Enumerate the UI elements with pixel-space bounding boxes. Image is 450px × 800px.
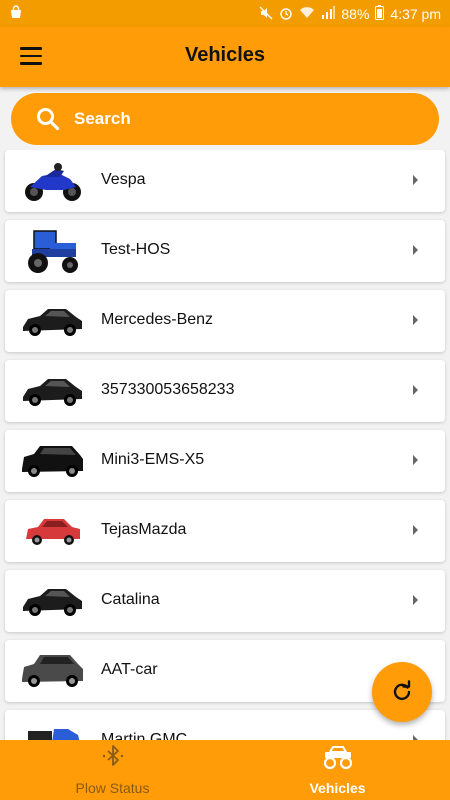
motorcycle-icon [25, 163, 81, 201]
nav-item-plow-status[interactable]: Plow Status [0, 740, 225, 800]
page-title: Vehicles [184, 44, 266, 66]
suv-icon [22, 446, 83, 477]
status-bar: 88% 4:37 pm [0, 0, 450, 27]
vehicle-row[interactable]: Martin GMC [5, 710, 445, 740]
vehicle-row[interactable]: 357330053658233 [5, 360, 445, 422]
battery-icon [375, 5, 385, 23]
tractor-icon [28, 230, 78, 273]
vehicle-name: AAT-car [101, 661, 158, 678]
car-icon [23, 379, 82, 406]
vehicle-name: Mercedes-Benz [101, 311, 214, 328]
vehicle-list[interactable]: Vespa Test-HOS Mercedes-Benz 35733005365… [0, 150, 450, 740]
search-label: Search [74, 109, 131, 128]
chevron-right-icon [413, 525, 418, 535]
vehicle-name: Catalina [101, 591, 160, 608]
bottom-navigation: Plow Status Vehicles [0, 740, 450, 800]
nav-item-vehicles[interactable]: Vehicles [225, 740, 450, 800]
wifi-icon [299, 6, 315, 22]
nav-label-vehicles: Vehicles [309, 780, 366, 796]
shopping-bag-icon [9, 5, 23, 22]
clock-time: 4:37 pm [390, 6, 441, 22]
car-icon [26, 519, 80, 545]
alarm-icon [279, 6, 293, 23]
monster-truck-icon [323, 746, 352, 770]
chevron-right-icon [413, 175, 418, 185]
vehicle-row[interactable]: Catalina [5, 570, 445, 632]
suv-icon [22, 655, 83, 687]
app-bar: Vehicles [0, 27, 450, 87]
vehicle-name: 357330053658233 [101, 381, 235, 398]
vehicle-name: Test-HOS [101, 241, 171, 258]
vehicle-name: Mini3-EMS-X5 [101, 451, 205, 468]
refresh-icon [393, 680, 411, 701]
vehicle-name: Martin GMC [101, 731, 188, 740]
vehicle-row[interactable]: Mercedes-Benz [5, 290, 445, 352]
bluetooth-icon [102, 745, 123, 766]
vehicle-row[interactable]: Mini3-EMS-X5 [5, 430, 445, 492]
battery-percentage: 88% [341, 6, 370, 22]
chevron-right-icon [413, 315, 418, 325]
truck-icon [28, 729, 80, 740]
chevron-right-icon [413, 595, 418, 605]
mute-icon [259, 6, 273, 23]
signal-icon [321, 6, 336, 22]
search-bar[interactable]: Search [11, 93, 439, 145]
search-icon [37, 108, 60, 131]
vehicle-row[interactable]: TejasMazda [5, 500, 445, 562]
chevron-right-icon [413, 245, 418, 255]
car-icon [23, 309, 82, 336]
vehicle-name: Vespa [101, 171, 146, 188]
chevron-right-icon [413, 385, 418, 395]
vehicle-row[interactable]: Test-HOS [5, 220, 445, 282]
car-icon [23, 589, 82, 616]
chevron-right-icon [413, 455, 418, 465]
vehicle-row[interactable]: Vespa [5, 150, 445, 212]
nav-label-plow-status: Plow Status [75, 780, 150, 796]
refresh-button[interactable] [372, 662, 432, 722]
vehicle-name: TejasMazda [101, 521, 187, 538]
